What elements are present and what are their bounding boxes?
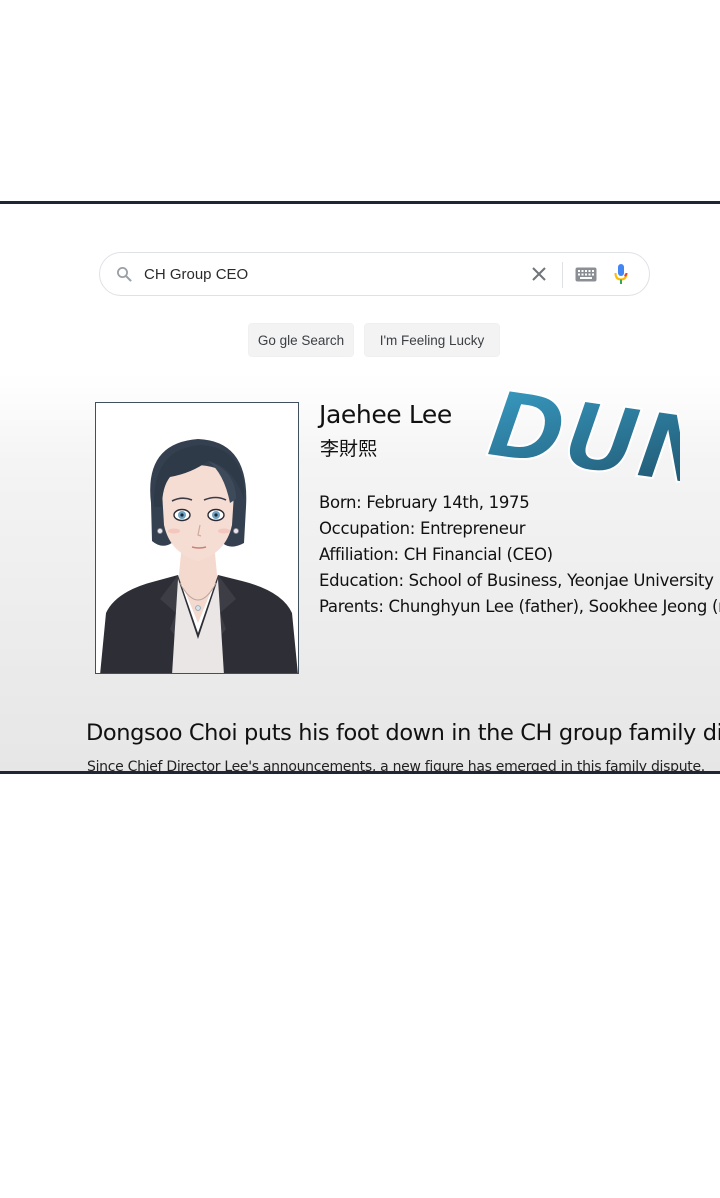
microphone-icon[interactable] <box>613 263 629 286</box>
search-bar[interactable]: CH Group CEO <box>99 252 650 296</box>
keyboard-icon[interactable] <box>575 267 597 282</box>
profile-name: Jaehee Lee <box>319 400 452 429</box>
profile-facts: Born: February 14th, 1975 Occupation: En… <box>319 490 720 620</box>
dun-sound-effect: DUN <box>484 378 680 496</box>
fact-affiliation: Affiliation: CH Financial (CEO) <box>319 545 553 564</box>
profile-portrait <box>95 402 299 674</box>
news-headline[interactable]: Dongsoo Choi puts his foot down in the C… <box>86 720 720 746</box>
search-icon <box>117 267 132 282</box>
fact-occupation: Occupation: Entrepreneur <box>319 519 526 538</box>
search-divider <box>562 262 563 288</box>
news-snippet: Since Chief Director Lee's announcements… <box>87 759 705 774</box>
google-search-button[interactable]: Go gle Search <box>248 323 354 357</box>
close-icon[interactable] <box>530 265 548 283</box>
fact-parents: Parents: Chunghyun Lee (father), Sookhee… <box>319 597 720 616</box>
fact-born: Born: February 14th, 1975 <box>319 493 530 512</box>
dun-text: DUN <box>484 378 680 496</box>
search-input[interactable]: CH Group CEO <box>144 266 248 283</box>
woman-portrait-illustration <box>96 403 298 673</box>
comic-panel: CH Group CEO Go gle Search I'm Feeling L… <box>0 201 720 774</box>
fact-education: Education: School of Business, Yeonjae U… <box>319 571 714 590</box>
feeling-lucky-button[interactable]: I'm Feeling Lucky <box>364 323 500 357</box>
profile-hanja-name: 李財熙 <box>320 438 378 460</box>
